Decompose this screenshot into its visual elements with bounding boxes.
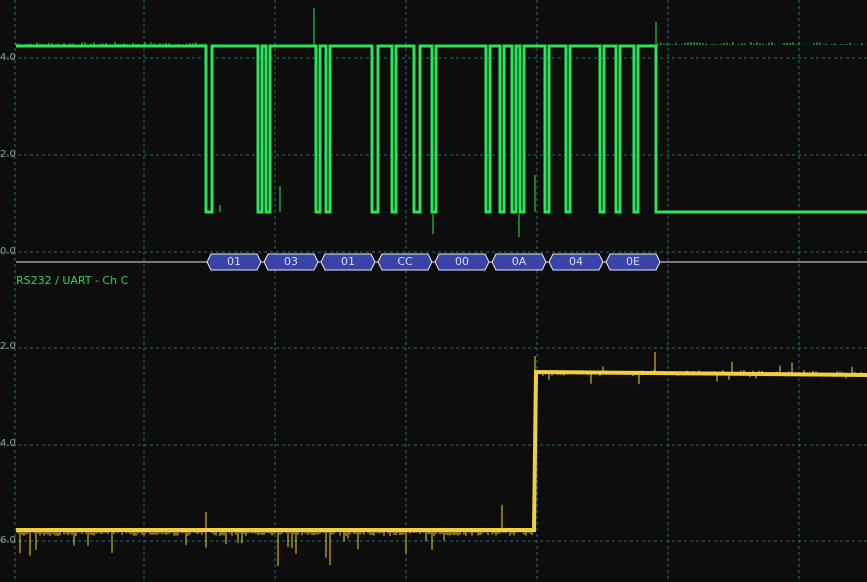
decoded-byte[interactable]: 03 xyxy=(263,253,319,271)
channel-b-y-label-6: 6.0 xyxy=(0,535,16,546)
channel-b-y-label-2: 2.0 xyxy=(0,341,16,352)
decoded-byte-value: CC xyxy=(397,255,413,268)
decoded-byte-value: 0A xyxy=(511,255,527,268)
decoded-byte[interactable]: 01 xyxy=(206,253,262,271)
decoded-byte-value: 03 xyxy=(284,255,298,268)
decoded-byte[interactable]: 01 xyxy=(320,253,376,271)
channel-a-y-label-4: 4.0 xyxy=(0,52,16,63)
channel-b-y-label-4: 4.0 xyxy=(0,438,16,449)
channel-a-y-label-0: 0.0 xyxy=(0,246,16,257)
decoded-byte-value: 01 xyxy=(227,255,241,268)
scope-display[interactable] xyxy=(0,0,867,582)
decoded-byte[interactable]: 0A xyxy=(491,253,547,271)
decoded-byte[interactable]: CC xyxy=(377,253,433,271)
decoded-byte[interactable]: 00 xyxy=(434,253,490,271)
decoded-byte[interactable]: 0E xyxy=(605,253,661,271)
decoded-byte-value: 00 xyxy=(455,255,469,268)
decoded-byte-value: 01 xyxy=(341,255,355,268)
decoded-byte-value: 04 xyxy=(569,255,583,268)
decoder-channel-label: RS232 / UART - Ch C xyxy=(16,274,129,287)
decoded-byte-value: 0E xyxy=(626,255,640,268)
decoded-byte[interactable]: 04 xyxy=(548,253,604,271)
channel-a-y-label-2: 2.0 xyxy=(0,149,16,160)
